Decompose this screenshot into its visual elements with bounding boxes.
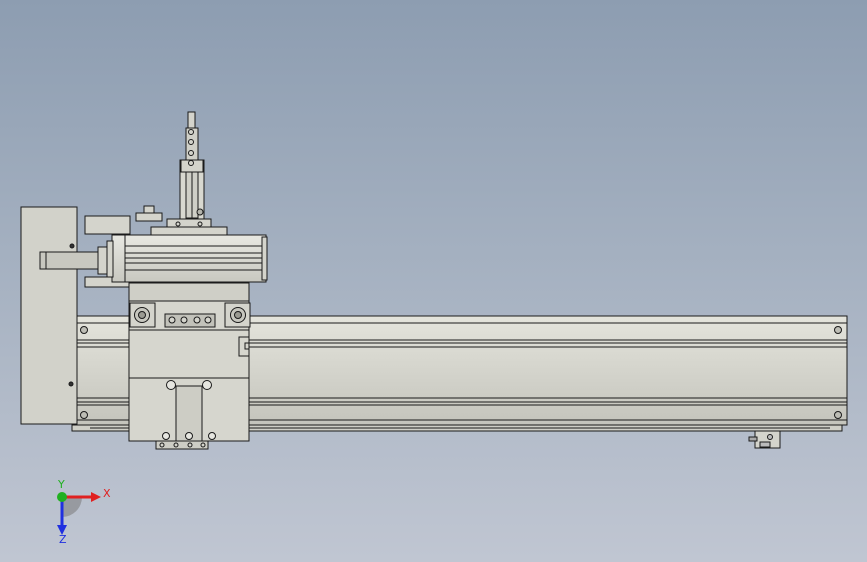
side-screws bbox=[196, 208, 204, 216]
cad-viewport[interactable]: X Y Z bbox=[0, 0, 867, 562]
linear-module-assembly: X Y Z bbox=[20, 111, 848, 546]
sensor-bracket bbox=[748, 430, 781, 449]
servo-motor bbox=[106, 234, 268, 283]
x-arrowhead bbox=[91, 492, 101, 502]
axis-triad: X Y Z bbox=[57, 478, 111, 546]
z-axis-label: Z bbox=[59, 533, 67, 546]
left-mounting-plate bbox=[20, 206, 78, 425]
y-axis-dot bbox=[57, 492, 67, 502]
x-axis-label: X bbox=[103, 487, 111, 500]
vertical-slide-mast bbox=[179, 111, 205, 220]
y-axis-label: Y bbox=[57, 478, 65, 491]
